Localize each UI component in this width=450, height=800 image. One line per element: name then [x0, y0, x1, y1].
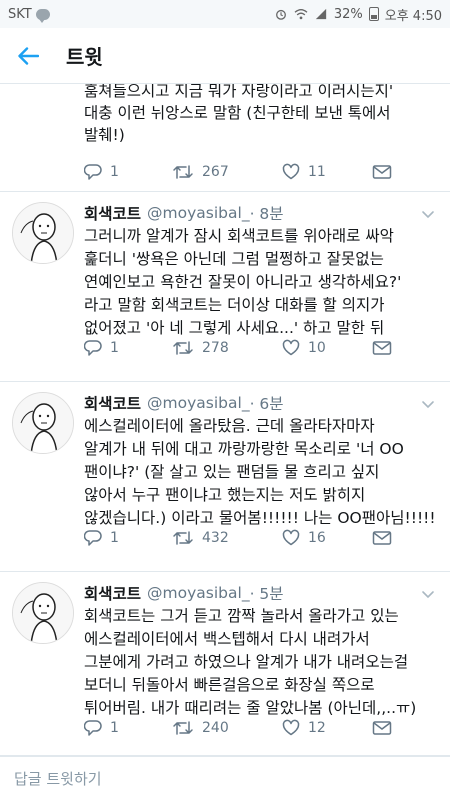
like-button[interactable]: 10 [282, 339, 372, 357]
tweet-item[interactable]: 회색코트 @moyasibal_ · 8분 그러니까 알계가 잠시 회색코트를 … [0, 192, 450, 382]
tweet-text: 그러니까 알계가 잠시 회색코트를 위아래로 싸악 훑더니 '쌍욕은 아닌데 그… [84, 227, 402, 337]
author-handle[interactable]: @moyasibal_ [147, 584, 250, 602]
talk-icon [35, 8, 50, 23]
mail-icon [372, 341, 392, 355]
like-count: 10 [308, 340, 326, 356]
tweet-feed[interactable]: 훔쳐들으시고 지금 뭐가 자랑이라고 이러시는지' 대충 이런 뉘앙스로 말함 … [0, 84, 450, 756]
tweet-header: 회색코트 @moyasibal_ · 8분 [84, 202, 284, 224]
reply-count: 1 [110, 530, 119, 546]
mail-icon [372, 531, 392, 545]
tweet-item[interactable]: 회색코트 @moyasibal_ · 5분 회색코트는 그거 듣고 깜짝 놀라서… [0, 572, 450, 756]
avatar-illustration [13, 203, 73, 263]
status-right-group: 32% 오후 4:50 [274, 5, 442, 24]
retweet-icon [173, 341, 193, 355]
avatar-illustration [13, 393, 73, 453]
tweet-time: · 8분 [249, 205, 284, 223]
author-name[interactable]: 회색코트 [84, 202, 141, 224]
reply-input[interactable]: 답글 트윗하기 [0, 756, 450, 800]
reply-button[interactable]: 1 [84, 163, 172, 181]
alarm-icon [275, 9, 286, 20]
retweet-count: 267 [202, 164, 229, 180]
tweet-header: 회색코트 @moyasibal_ · 5분 [84, 582, 284, 604]
like-button[interactable]: 16 [282, 529, 372, 547]
status-bar: SKT 32% 오후 4:50 [0, 0, 450, 28]
page-title: 트윗 [66, 45, 103, 69]
reply-icon [84, 530, 102, 546]
reply-button[interactable]: 1 [84, 339, 172, 357]
retweet-button[interactable]: 278 [172, 339, 282, 357]
share-button[interactable] [372, 720, 402, 736]
heart-icon [282, 339, 300, 356]
tweet-time: · 6분 [249, 395, 284, 413]
back-button[interactable] [0, 28, 56, 84]
reply-icon [84, 340, 102, 356]
reply-button[interactable]: 1 [84, 719, 172, 737]
like-button[interactable]: 11 [282, 163, 372, 181]
retweet-count: 432 [202, 530, 229, 546]
tweet-time: · 5분 [249, 585, 284, 603]
battery-percent: 32% [333, 6, 363, 22]
tweet-text: 훔쳐들으시고 지금 뭐가 자랑이라고 이러시는지' 대충 이런 뉘앙스로 말함 … [84, 84, 394, 144]
heart-icon [282, 719, 300, 736]
avatar-illustration [13, 583, 73, 643]
chevron-down-icon[interactable] [420, 396, 436, 412]
heart-icon [282, 163, 300, 180]
like-count: 16 [308, 530, 326, 546]
author-name[interactable]: 회색코트 [84, 582, 141, 604]
like-button[interactable]: 12 [282, 719, 372, 737]
like-count: 12 [308, 720, 326, 736]
avatar[interactable] [12, 392, 74, 454]
retweet-button[interactable]: 240 [172, 719, 282, 737]
tweet-actions: 1 267 11 [84, 162, 402, 182]
reply-count: 1 [110, 340, 119, 356]
reply-count: 1 [110, 164, 119, 180]
tweet-text: 에스컬레이터에 올라탔음. 근데 올라타자마자 알계가 내 뒤에 대고 까랑까랑… [84, 417, 436, 527]
retweet-button[interactable]: 267 [172, 163, 282, 181]
reply-placeholder: 답글 트윗하기 [14, 770, 102, 788]
share-button[interactable] [372, 530, 402, 546]
heart-icon [282, 529, 300, 546]
retweet-count: 240 [202, 720, 229, 736]
retweet-button[interactable]: 432 [172, 529, 282, 547]
retweet-icon [173, 721, 193, 735]
arrow-left-icon [18, 46, 39, 65]
tweet-actions: 1 432 16 [84, 528, 402, 548]
carrier-label: SKT [8, 6, 32, 22]
carrier-group: SKT [8, 6, 50, 23]
mail-icon [372, 721, 392, 735]
reply-count: 1 [110, 720, 119, 736]
tweet-text: 회색코트는 그거 듣고 깜짝 놀라서 올라가고 있는 에스컬레이터에서 백스텝해… [84, 607, 417, 717]
battery-icon [368, 7, 379, 21]
chevron-down-icon[interactable] [420, 206, 436, 222]
reply-icon [84, 720, 102, 736]
reply-icon [84, 164, 102, 180]
author-name[interactable]: 회색코트 [84, 392, 141, 414]
avatar[interactable] [12, 582, 74, 644]
tweet-actions: 1 240 12 [84, 718, 402, 738]
retweet-icon [173, 165, 193, 179]
author-handle[interactable]: @moyasibal_ [147, 394, 250, 412]
chevron-down-icon[interactable] [420, 586, 436, 602]
author-handle[interactable]: @moyasibal_ [147, 204, 250, 222]
avatar[interactable] [12, 202, 74, 264]
signal-icon [315, 8, 326, 20]
share-button[interactable] [372, 164, 402, 180]
reply-button[interactable]: 1 [84, 529, 172, 547]
wifi-icon [294, 9, 308, 20]
retweet-count: 278 [202, 340, 229, 356]
clock: 오후 4:50 [384, 8, 442, 24]
tweet-item[interactable]: 회색코트 @moyasibal_ · 6분 에스컬레이터에 올라탔음. 근데 올… [0, 382, 450, 572]
retweet-icon [173, 531, 193, 545]
tweet-actions: 1 278 10 [84, 338, 402, 358]
mail-icon [372, 165, 392, 179]
share-button[interactable] [372, 340, 402, 356]
tweet-header: 회색코트 @moyasibal_ · 6분 [84, 392, 284, 414]
app-bar: 트윗 [0, 28, 450, 84]
tweet-partial[interactable]: 훔쳐들으시고 지금 뭐가 자랑이라고 이러시는지' 대충 이런 뉘앙스로 말함 … [0, 84, 450, 192]
like-count: 11 [308, 164, 326, 180]
